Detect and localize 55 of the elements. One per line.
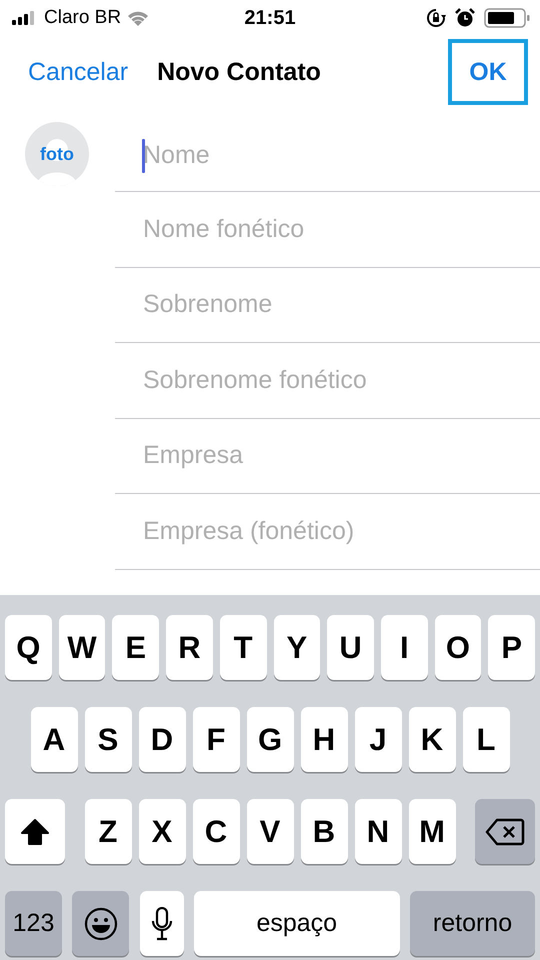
- screen-title: Novo Contato: [157, 58, 321, 86]
- text-field[interactable]: Sobrenome fonético: [143, 363, 523, 398]
- microphone-icon: [150, 906, 172, 940]
- text-field[interactable]: Nome: [143, 138, 523, 172]
- letter-key[interactable]: E: [112, 615, 160, 680]
- text-field[interactable]: Empresa (fonético): [143, 514, 523, 548]
- letter-key[interactable]: K: [408, 707, 456, 772]
- text-field[interactable]: Nome fonético: [143, 212, 523, 246]
- return-key[interactable]: retorno: [410, 891, 535, 956]
- letter-key[interactable]: U: [327, 615, 374, 680]
- battery-icon: [484, 8, 530, 28]
- person-silhouette-icon: [37, 136, 77, 186]
- letter-key[interactable]: W: [58, 615, 106, 680]
- text-field[interactable]: Sobrenome: [143, 288, 523, 322]
- letter-key[interactable]: Q: [4, 615, 52, 680]
- letter-key[interactable]: A: [30, 707, 78, 772]
- letter-key[interactable]: N: [354, 799, 402, 864]
- letter-key[interactable]: Z: [84, 799, 132, 864]
- letter-key[interactable]: S: [84, 707, 132, 772]
- carrier-name: Claro BR: [44, 7, 122, 29]
- letter-key[interactable]: J: [354, 707, 402, 772]
- letter-key[interactable]: C: [192, 799, 240, 864]
- letter-key[interactable]: L: [462, 707, 510, 772]
- letter-key[interactable]: O: [434, 615, 482, 680]
- letter-key[interactable]: H: [300, 707, 348, 772]
- space-key[interactable]: espaço: [194, 891, 400, 956]
- letter-key[interactable]: M: [408, 799, 456, 864]
- letter-key[interactable]: F: [192, 707, 240, 772]
- microphone-key[interactable]: [140, 891, 184, 956]
- letter-key[interactable]: I: [380, 615, 428, 680]
- wifi-icon: [127, 10, 150, 26]
- cancel-button[interactable]: Cancelar: [28, 58, 128, 86]
- clock-time: 21:51: [244, 6, 296, 30]
- alarm-clock-icon: [455, 8, 475, 28]
- letter-key[interactable]: R: [166, 615, 213, 680]
- letter-key[interactable]: D: [138, 707, 186, 772]
- backspace-icon: [485, 816, 525, 846]
- letter-key[interactable]: V: [246, 799, 294, 864]
- text-field[interactable]: Empresa: [143, 438, 523, 473]
- emoji-key[interactable]: [72, 891, 130, 956]
- letter-key[interactable]: Y: [274, 615, 320, 680]
- delete-key[interactable]: [475, 799, 535, 864]
- shift-arrow-icon: [20, 818, 50, 846]
- numbers-key[interactable]: 123: [5, 891, 62, 956]
- rotation-lock-icon: [426, 8, 446, 28]
- smiley-icon: [84, 906, 118, 940]
- letter-key[interactable]: T: [220, 615, 266, 680]
- letter-key[interactable]: G: [246, 707, 294, 772]
- shift-key[interactable]: [5, 799, 65, 864]
- letter-key[interactable]: P: [488, 615, 536, 680]
- photo-label: foto: [40, 144, 74, 164]
- letter-key[interactable]: B: [300, 799, 348, 864]
- letter-key[interactable]: X: [138, 799, 186, 864]
- photo-placeholder[interactable]: foto: [25, 122, 89, 186]
- ok-button[interactable]: OK: [448, 39, 528, 105]
